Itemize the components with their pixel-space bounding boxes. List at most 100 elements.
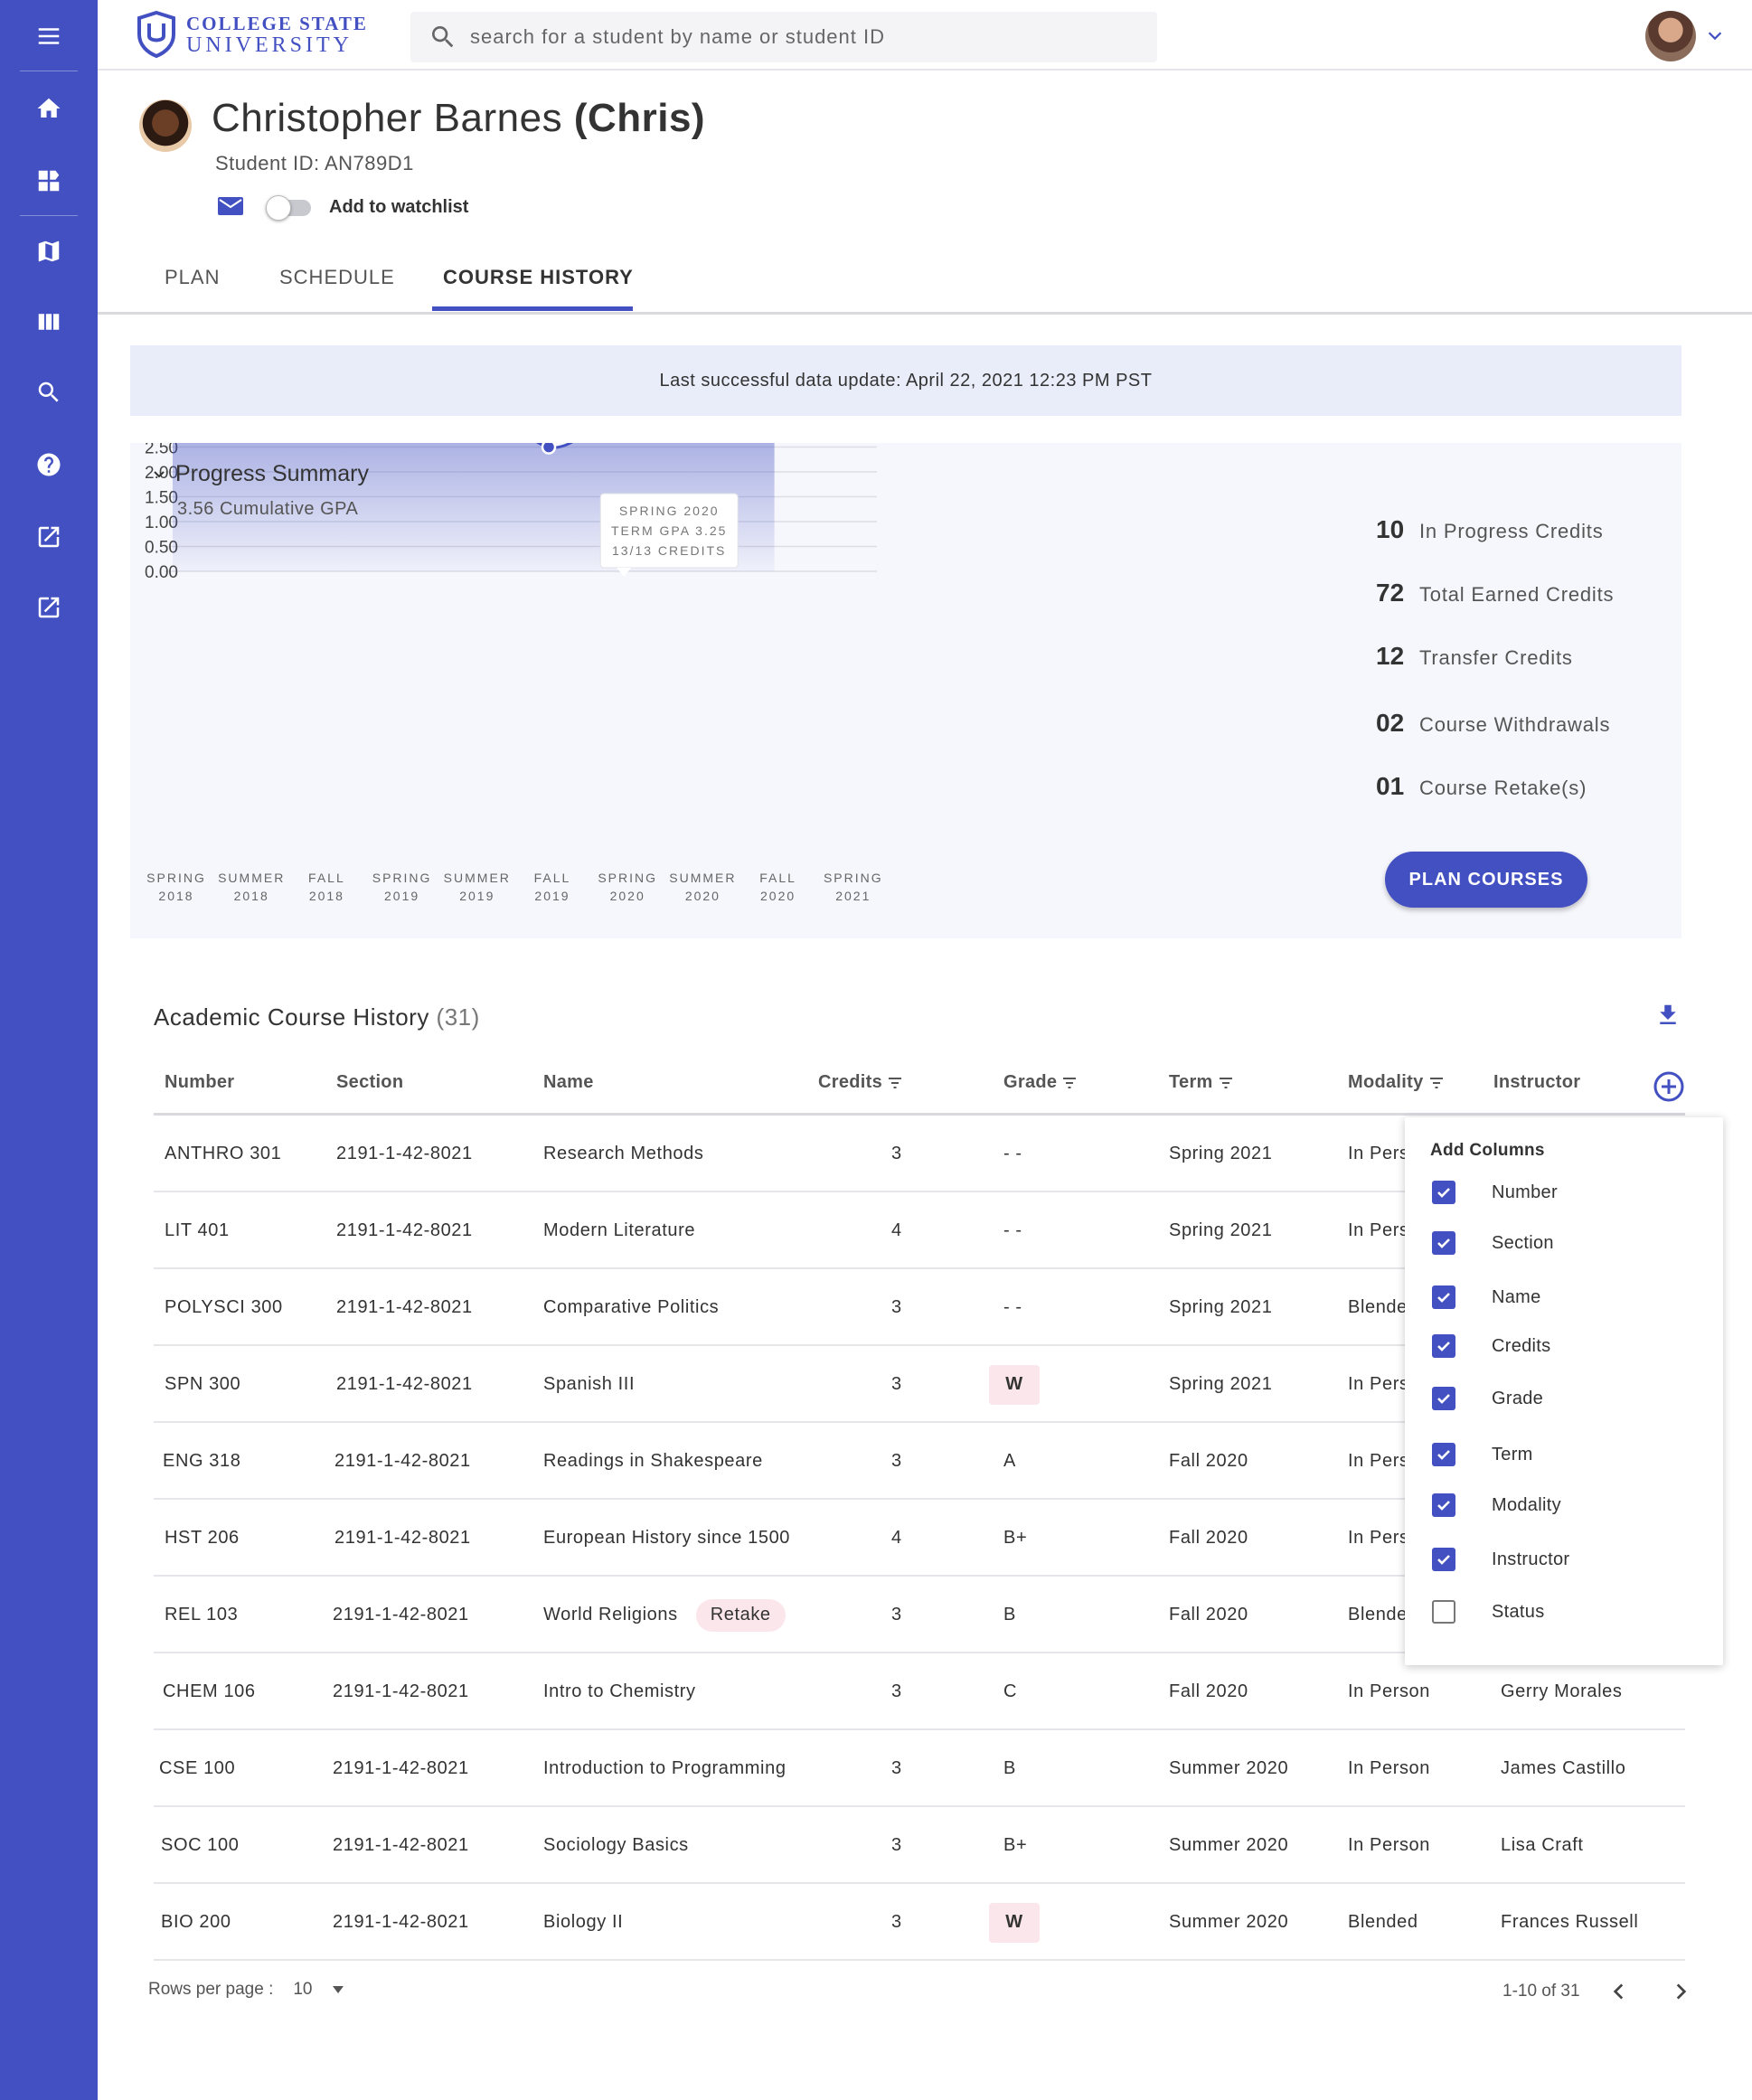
map-icon[interactable] <box>27 230 71 273</box>
download-icon[interactable] <box>1654 1002 1681 1029</box>
filter-icon[interactable] <box>1429 1077 1444 1089</box>
checkbox[interactable] <box>1432 1387 1455 1410</box>
x-tick-label: 2019 <box>459 889 495 903</box>
university-logo[interactable]: COLLEGE STATE UNIVERSITY <box>136 11 368 58</box>
chevron-down-icon <box>154 470 165 477</box>
cell-credits: 4 <box>891 1220 902 1240</box>
column-header-label: Name <box>543 1072 594 1092</box>
table-row[interactable]: CSE 100 2191-1-42-8021 Introduction to P… <box>154 1730 1685 1807</box>
search-icon[interactable] <box>27 371 71 414</box>
edit-link-icon[interactable] <box>27 586 71 629</box>
checkbox[interactable] <box>1432 1181 1455 1204</box>
column-option-credits[interactable]: Credits <box>1432 1333 1550 1360</box>
home-icon[interactable] <box>27 87 71 130</box>
progress-summary-toggle[interactable]: Progress Summary <box>152 461 369 487</box>
cell-term: Fall 2020 <box>1169 1528 1248 1548</box>
column-header-number[interactable]: Number <box>165 1072 234 1093</box>
column-header-term[interactable]: Term <box>1169 1072 1233 1093</box>
brand-line2: UNIVERSITY <box>186 33 353 57</box>
rows-per-page-select[interactable]: 10 <box>293 1980 312 2000</box>
chevron-right-icon[interactable] <box>1669 1980 1692 2003</box>
add-column-icon[interactable] <box>1653 1070 1685 1103</box>
cell-section: 2191-1-42-8021 <box>333 1912 469 1932</box>
chevron-down-icon[interactable] <box>1705 25 1725 45</box>
mail-icon[interactable] <box>217 195 244 217</box>
x-tick-label: 2021 <box>835 889 871 903</box>
tab-course-history[interactable]: COURSE HISTORY <box>443 266 634 289</box>
column-header-section[interactable]: Section <box>336 1072 403 1093</box>
cell-credits: 4 <box>891 1528 902 1548</box>
column-header-credits[interactable]: Credits <box>818 1072 902 1093</box>
column-header-grade[interactable]: Grade <box>1003 1072 1077 1093</box>
progress-summary-title: Progress Summary <box>175 461 369 486</box>
checkbox[interactable] <box>1432 1231 1455 1255</box>
add-columns-menu: Add Columns Number Section Name Credits Grad… <box>1405 1117 1723 1665</box>
tab-schedule[interactable]: SCHEDULE <box>279 266 395 289</box>
column-option-term[interactable]: Term <box>1432 1441 1533 1468</box>
x-tick-label: 2019 <box>384 889 419 903</box>
column-option-section[interactable]: Section <box>1432 1229 1554 1257</box>
x-tick-label: 2020 <box>610 889 645 903</box>
column-header-label: Number <box>165 1072 235 1092</box>
column-option-label: Instructor <box>1492 1549 1570 1569</box>
cell-grade: B+ <box>1003 1835 1028 1855</box>
sidebar-divider <box>20 215 78 216</box>
filter-icon[interactable] <box>1219 1077 1233 1089</box>
column-option-grade[interactable]: Grade <box>1432 1385 1543 1412</box>
column-option-name[interactable]: Name <box>1432 1284 1541 1311</box>
data-update-banner: Last successful data update: April 22, 2… <box>130 345 1681 416</box>
x-tick-label: 2018 <box>158 889 193 903</box>
cell-instructor: Lisa Craft <box>1501 1835 1584 1855</box>
stat-total-earned-credits: 72 Total Earned Credits <box>1376 579 1614 607</box>
menu-icon[interactable] <box>27 14 71 58</box>
plan-courses-button[interactable]: PLAN COURSES <box>1385 852 1587 908</box>
cell-term: Spring 2021 <box>1169 1220 1273 1240</box>
stat-value: 72 <box>1376 579 1405 607</box>
column-option-status[interactable]: Status <box>1432 1598 1545 1625</box>
column-option-number[interactable]: Number <box>1432 1179 1558 1206</box>
stat-value: 02 <box>1376 709 1405 737</box>
search-input[interactable] <box>470 25 1139 49</box>
shield-icon <box>137 11 175 58</box>
cell-name: Biology II <box>543 1912 624 1932</box>
cell-modality: Blende <box>1348 1297 1408 1317</box>
checkbox[interactable] <box>1432 1443 1455 1466</box>
column-option-modality[interactable]: Modality <box>1432 1492 1561 1519</box>
tab-plan[interactable]: PLAN <box>165 266 220 289</box>
checkbox[interactable] <box>1432 1548 1455 1571</box>
table-row[interactable]: SOC 100 2191-1-42-8021 Sociology Basics … <box>154 1807 1685 1884</box>
progress-summary-panel: 4.003.503.002.502.001.501.000.500.00SPRI… <box>130 443 1681 938</box>
column-option-label: Name <box>1492 1286 1541 1307</box>
checkbox[interactable] <box>1432 1600 1455 1624</box>
cell-modality: In Person <box>1348 1835 1431 1855</box>
cell-instructor: James Castillo <box>1501 1758 1626 1778</box>
chevron-left-icon[interactable] <box>1607 1980 1631 2003</box>
cell-credits: 3 <box>891 1605 902 1624</box>
dashboard-icon[interactable] <box>27 159 71 202</box>
help-icon[interactable] <box>27 443 71 486</box>
course-history-title-text: Academic Course History <box>154 1003 429 1031</box>
table-row[interactable]: BIO 200 2191-1-42-8021 Biology II 3 W Su… <box>154 1884 1685 1961</box>
user-avatar[interactable] <box>1645 11 1696 61</box>
checkbox[interactable] <box>1432 1285 1455 1309</box>
filter-icon[interactable] <box>888 1077 902 1089</box>
x-tick-label: SPRING <box>372 871 432 885</box>
caret-down-icon[interactable] <box>331 1985 345 1994</box>
tooltip-line: 13/13 CREDITS <box>612 543 726 558</box>
cell-instructor: Frances Russell <box>1501 1912 1639 1932</box>
cell-grade: W <box>989 1884 1040 1961</box>
column-header-modality[interactable]: Modality <box>1348 1072 1444 1093</box>
cell-modality: Blende <box>1348 1605 1408 1624</box>
watchlist-toggle[interactable] <box>266 195 313 221</box>
column-header-name[interactable]: Name <box>543 1072 594 1093</box>
filter-icon[interactable] <box>1062 1077 1077 1089</box>
x-tick-label: 2018 <box>309 889 344 903</box>
column-option-label: Term <box>1492 1444 1533 1464</box>
external-link-icon[interactable] <box>27 515 71 559</box>
columns-icon[interactable] <box>27 300 71 344</box>
column-option-instructor[interactable]: Instructor <box>1432 1546 1569 1573</box>
column-header-instructor[interactable]: Instructor <box>1493 1072 1580 1093</box>
column-header-label: Section <box>336 1072 404 1092</box>
checkbox[interactable] <box>1432 1334 1455 1358</box>
checkbox[interactable] <box>1432 1493 1455 1517</box>
